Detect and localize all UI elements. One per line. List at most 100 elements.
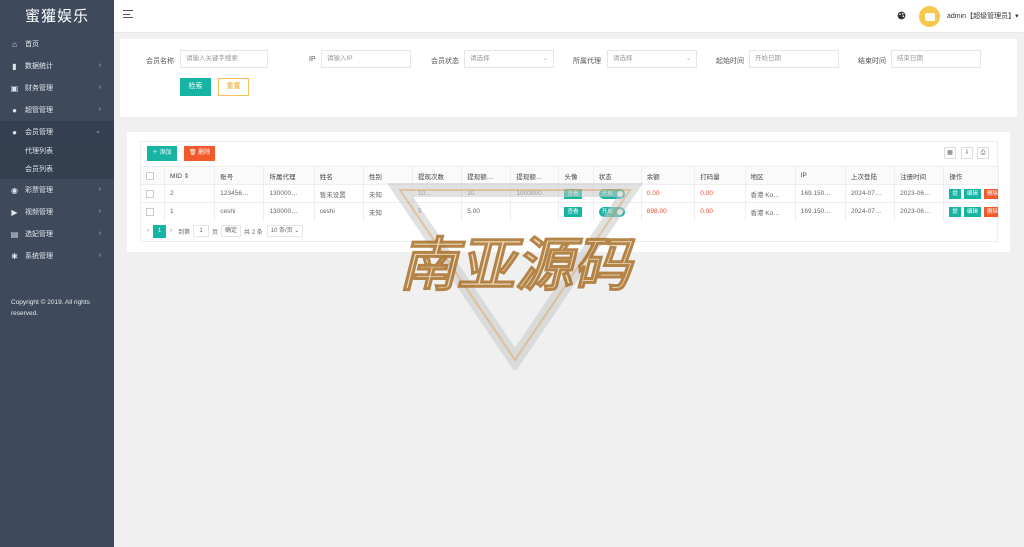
column-header[interactable]: 余额 — [641, 166, 696, 185]
sidebar-item-video[interactable]: ▶ 视频管理 › — [0, 201, 114, 223]
user-icon: ● — [12, 105, 17, 115]
start-date-input[interactable]: 开始日期 — [749, 50, 839, 68]
delete-row-button[interactable]: 删除 — [983, 188, 998, 199]
cell-mid: 1 — [164, 202, 216, 221]
member-name-input[interactable]: 请输入关键字搜索 — [180, 50, 268, 68]
cell-mid: 2 — [164, 184, 216, 203]
start-time-label: 起始时间 — [716, 58, 744, 65]
table-row[interactable]: 2 123456… 130000… 暂未设置 未知 10… 10 1000000 查看 开启 0.0… — [141, 184, 999, 203]
column-header[interactable]: 上次登陆 — [845, 166, 896, 185]
add-button[interactable]: ＋ 添加 — [147, 146, 177, 161]
column-header[interactable]: 姓名 — [314, 166, 364, 185]
menu-toggle-icon[interactable] — [123, 10, 133, 18]
column-header[interactable]: 所属代理 — [263, 166, 315, 185]
sidebar-item-label: 会员管理 — [25, 129, 53, 136]
palette-icon[interactable] — [897, 11, 906, 20]
edit-button[interactable]: 编辑 — [963, 206, 981, 217]
delete-button[interactable]: 🗑 删除 — [184, 146, 216, 161]
column-header[interactable]: 性别 — [363, 166, 414, 185]
print-icon[interactable]: ⎙ — [977, 147, 989, 159]
user-menu[interactable]: admin【超级管理员】▾ — [947, 11, 1019, 21]
sidebar-item-bar-chart[interactable]: ▮ 数据统计 › — [0, 55, 114, 77]
view-avatar-button[interactable]: 查看 — [564, 188, 582, 199]
pagination: ‹ 1 › 到第 1 页 确定 共 2 条 10 条/页 ⌄ — [147, 224, 304, 238]
avatar[interactable] — [919, 6, 940, 27]
status-toggle[interactable]: 开启 — [598, 188, 625, 199]
chevron-icon: › — [98, 208, 101, 215]
table-row[interactable]: 1 ceshi 130000… ceshi 未知 5 5.00 查看 开启 898.00 0.00 香… — [141, 202, 999, 221]
sidebar-item-user[interactable]: ● 超管管理 › — [0, 99, 114, 121]
member-status-select[interactable]: 请选择 ⌄ — [464, 50, 554, 68]
page-number[interactable]: 1 — [153, 224, 166, 238]
page-input[interactable]: 1 — [193, 225, 210, 237]
edit-button[interactable]: 编辑 — [963, 188, 981, 199]
search-panel: 会员名称 请输入关键字搜索 IP 请输入IP 会员状态 请选择 ⌄ 所属代理 请选… — [120, 39, 1017, 117]
column-header[interactable]: IP — [795, 166, 847, 185]
sidebar-item-label: 首页 — [25, 41, 39, 48]
sidebar-item-home[interactable]: ⌂ 首页 — [0, 33, 114, 55]
cell-avatar: 查看 — [558, 202, 594, 221]
app-logo: 蜜獾娱乐 — [24, 7, 89, 25]
member-status-label: 会员状态 — [431, 58, 459, 65]
prev-page-icon[interactable]: ‹ — [147, 228, 149, 234]
cell-agent: 130000… — [263, 202, 315, 221]
sidebar-subitem[interactable]: 会员列表 — [0, 161, 114, 179]
withdraw-button[interactable]: 提 — [949, 188, 961, 199]
withdraw-button[interactable]: 提 — [949, 206, 961, 217]
table-header: MID ⇕ 账号 所属代理 姓名 性别 提现次数 提现额… 提现额… 头像 状态 余额 打码量 地区 IP… — [141, 166, 999, 185]
confirm-button[interactable]: 确定 — [221, 225, 242, 237]
row-checkbox[interactable] — [141, 202, 166, 221]
sidebar-item-card[interactable]: ▤ 选妃管理 › — [0, 223, 114, 245]
view-avatar-button[interactable]: 查看 — [564, 206, 582, 217]
cell-register: 2023-06… — [894, 184, 945, 203]
column-header[interactable]: 头像 — [558, 166, 594, 185]
reset-button[interactable]: 重置 — [218, 78, 249, 96]
delete-row-button[interactable]: 删除 — [983, 206, 998, 217]
ip-input[interactable]: 请输入IP — [321, 50, 411, 68]
sidebar-item-label: 超管管理 — [25, 107, 53, 114]
select-all-checkbox[interactable] — [141, 166, 166, 185]
end-date-input[interactable]: 结束日期 — [891, 50, 981, 68]
sidebar-subitem[interactable]: 代理列表 — [0, 143, 114, 161]
column-header[interactable]: 提现额… — [510, 166, 560, 185]
chevron-icon: › — [98, 252, 101, 259]
column-header[interactable]: 提现次数 — [412, 166, 463, 185]
columns-icon[interactable]: ▦ — [944, 147, 956, 159]
sidebar-item-gear[interactable]: ✱ 系统管理 › — [0, 245, 114, 267]
cell-status: 开启 — [593, 202, 642, 221]
column-header[interactable]: 注册时间 — [894, 166, 945, 185]
member-status-value: 请选择 — [470, 55, 490, 62]
sidebar: 蜜獾娱乐 ⌂ 首页 ▮ 数据统计 › ▣ 财务管理 › ● 超管管理 › ● 会员管理 ⌄ 代理列表 会员列表… — [0, 0, 114, 547]
column-header[interactable]: 提现额… — [461, 166, 512, 185]
sidebar-item-finance[interactable]: ▣ 财务管理 › — [0, 77, 114, 99]
status-toggle[interactable]: 开启 — [598, 206, 625, 217]
chevron-icon: › — [98, 62, 101, 69]
column-header[interactable]: 账号 — [214, 166, 265, 185]
search-button[interactable]: 检索 — [180, 78, 211, 96]
row-checkbox[interactable] — [141, 184, 166, 203]
agent-select[interactable]: 请选择 ⌄ — [607, 50, 697, 68]
chevron-down-icon: ⌄ — [542, 56, 548, 62]
column-header[interactable]: 状态 — [593, 166, 642, 185]
column-header[interactable]: 操作 — [943, 166, 999, 185]
submenu-members: 代理列表 会员列表 — [0, 143, 114, 179]
next-page-icon[interactable]: › — [170, 228, 172, 234]
chevron-down-icon: ⌄ — [685, 56, 691, 62]
sidebar-item-label: 财务管理 — [25, 85, 53, 92]
top-header: admin【超级管理员】▾ — [114, 0, 1024, 33]
cell-gender: 未知 — [363, 184, 414, 203]
cell-withdraw_a: 5.00 — [461, 202, 512, 221]
export-icon[interactable]: ⇩ — [961, 147, 973, 159]
member-table-panel: ＋ 添加 🗑 删除 ▦ ⇩ ⎙ MID ⇕ 账号 所属代理 姓名 性别 提现次数 提现额… 提… — [127, 132, 1010, 252]
cell-register: 2023-06… — [894, 202, 945, 221]
sidebar-item-users[interactable]: ● 会员管理 ⌄ — [0, 121, 114, 143]
cell-withdraw_count: 10… — [412, 184, 463, 203]
sidebar-item-gamepad[interactable]: ◉ 彩票管理 › — [0, 179, 114, 201]
home-icon: ⌂ — [12, 39, 17, 49]
per-page-select[interactable]: 10 条/页 ⌄ — [266, 225, 304, 237]
cell-account: 123456… — [214, 184, 265, 203]
column-header[interactable]: 打码量 — [694, 166, 746, 185]
column-header[interactable]: 地区 — [745, 166, 796, 185]
cell-name: ceshi — [314, 202, 364, 221]
column-header[interactable]: MID ⇕ — [164, 166, 216, 185]
